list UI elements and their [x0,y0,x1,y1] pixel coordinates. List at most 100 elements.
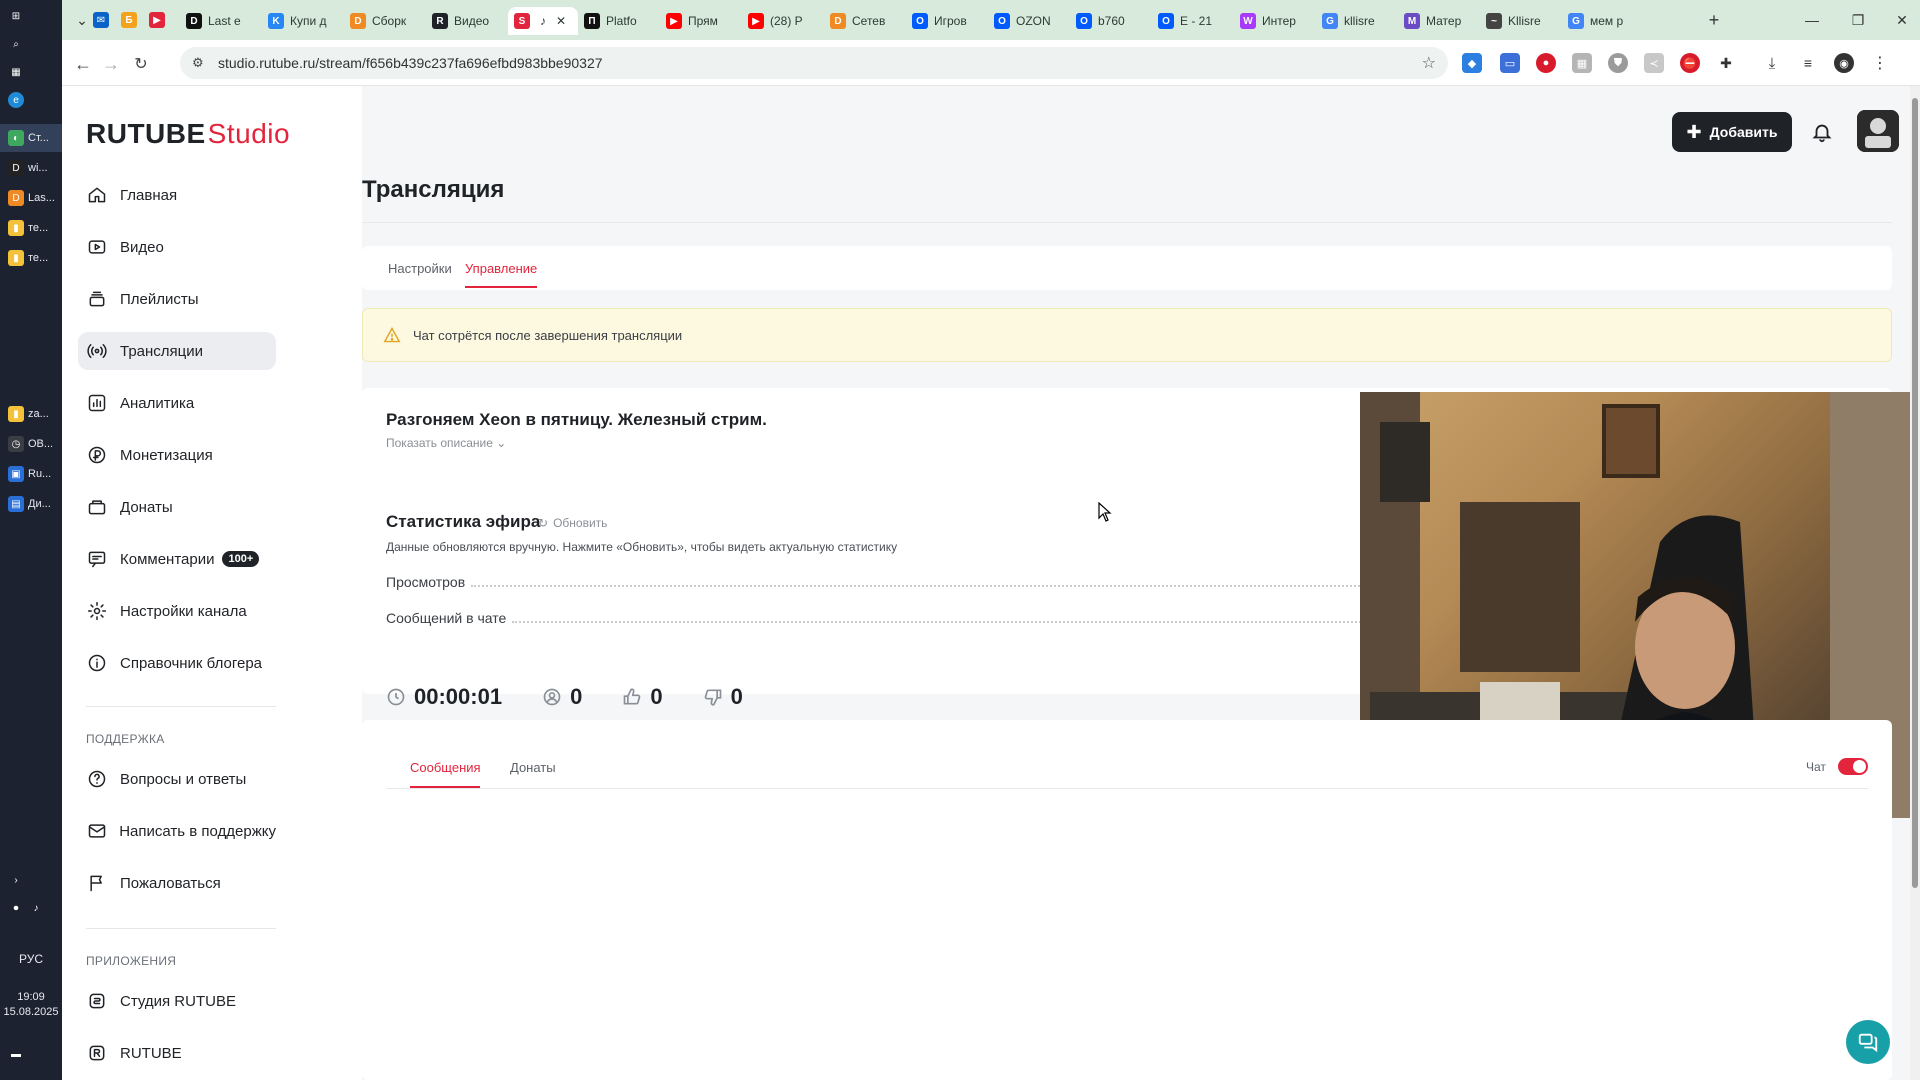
sidebar-item-comments[interactable]: Комментарии 100+ [78,540,276,578]
browser-tab[interactable]: O Игров [906,7,988,35]
restore-button[interactable]: ❐ [1846,8,1870,32]
sidebar-item-home[interactable]: Главная [78,176,276,214]
tab-search-button[interactable]: ⌄ [70,8,94,32]
browser-tab[interactable]: M Матер [1398,7,1480,35]
browser-tab[interactable]: ▶ Прям [660,7,742,35]
sidebar-item-broadcasts[interactable]: Трансляции [78,332,276,370]
browser-tab[interactable]: П Platfo [578,7,660,35]
task-view-button[interactable]: ▦ [0,58,62,86]
sidebar-item-playlists[interactable]: Плейлисты [78,280,276,318]
notifications-button[interactable]: ▬ [0,1040,62,1068]
reload-button[interactable]: ↻ [128,51,154,77]
taskbar-app-icon: D [8,160,24,176]
tab-donations[interactable]: Донаты [510,760,556,775]
minimize-button[interactable]: — [1800,8,1824,32]
back-button[interactable]: ← [70,51,96,77]
taskbar-app-4[interactable]: ▮ те... [0,244,62,272]
pinned-tab-outlook[interactable]: ✉ [92,8,116,32]
browser-tab[interactable]: R Видео [426,7,508,35]
taskbar-app-5[interactable]: ▮ za... [0,400,62,428]
start-button[interactable]: ⊞ [0,2,62,30]
browser-tab[interactable]: Ob760 [1070,7,1152,35]
sidebar-item-contact-support[interactable]: Написать в поддержку [78,812,276,850]
notifications-bell[interactable] [1808,118,1836,146]
close-window-button[interactable]: ✕ [1890,8,1914,32]
browser-tab[interactable]: D Сборк [344,7,426,35]
sidebar-item-monetization[interactable]: Монетизация [78,436,276,474]
extension-4[interactable]: ▦ [1572,53,1592,73]
extension-3[interactable]: ● [1536,53,1556,73]
rutube-studio-logo[interactable]: RUTUBEStudio [86,118,290,150]
speaker-icon[interactable]: ♪ [540,14,546,28]
sidebar-item-channel-settings[interactable]: Настройки канала [78,592,276,630]
downloads-button[interactable]: ⤓ [1762,53,1782,73]
show-description-toggle[interactable]: Показать описание ⌄ [386,436,506,450]
profile-button[interactable]: ◉ [1834,53,1854,73]
browser-tab[interactable]: ~ Kllisre [1480,7,1562,35]
clock-date: 15.08.2025 [3,1006,59,1018]
browser-tab[interactable]: Gмем р [1562,7,1644,35]
new-tab-button[interactable]: + [1702,8,1726,32]
tab-title: Игров [934,14,967,28]
extension-1[interactable]: ◆ [1462,53,1482,73]
browser-tab[interactable]: Gkllisre [1316,7,1398,35]
extensions-menu-button[interactable]: ✚ [1716,53,1736,73]
forward-button[interactable]: → [98,51,124,77]
browser-tab[interactable]: ▶ (28) P [742,7,824,35]
avatar[interactable] [1857,110,1899,152]
taskbar-app-2[interactable]: D Las... [0,184,62,212]
browser-tab-active[interactable]: S ♪ ✕ [508,7,578,35]
extension-5[interactable]: ⛊ [1608,53,1628,73]
browser-tab[interactable]: O E - 21 [1152,7,1234,35]
tab-settings[interactable]: Настройки [388,246,452,290]
pinned-tab-media[interactable]: ▶ [148,8,172,32]
taskbar-app-7[interactable]: ▣ Ru... [0,460,62,488]
sidebar-item-blogger-guide[interactable]: Справочник блогера [78,644,276,682]
sidebar-item-donations[interactable]: Донаты [78,488,276,526]
extension-7[interactable]: ⛔ [1680,53,1700,73]
taskbar-tray[interactable]: ⏺ ♪ [0,894,62,922]
taskbar-expand-button[interactable]: › [0,866,62,894]
pinned-tab-bookmark[interactable]: Б [120,8,144,32]
media-controls-button[interactable]: ≡ [1798,53,1818,73]
browser-tab[interactable]: K Купи д [262,7,344,35]
browser-tab[interactable]: O OZON [988,7,1070,35]
input-language[interactable]: РУС [0,952,62,966]
browser-tab[interactable]: W Интер [1234,7,1316,35]
sidebar-item-rutube[interactable]: RUTUBE [78,1034,276,1072]
chat-toggle[interactable] [1838,758,1868,775]
taskbar-app-8[interactable]: ▤ Ди... [0,490,62,518]
site-info-icon[interactable]: ⚙ [192,55,204,71]
support-section-title: ПОДДЕРЖКА [86,732,165,746]
taskbar-app-label: za... [28,408,49,420]
taskbar-app-0[interactable]: ◐ Ст... [0,124,62,152]
extension-2[interactable]: ▭ [1500,53,1520,73]
tab-title: kllisre [1344,14,1375,28]
tab-messages[interactable]: Сообщения [410,760,481,775]
taskbar-app-3[interactable]: ▮ те... [0,214,62,242]
browser-menu-button[interactable]: ⋮ [1870,53,1890,73]
address-bar[interactable]: ⚙ studio.rutube.ru/stream/f656b439c237fa… [180,47,1448,79]
sidebar-item-analytics[interactable]: Аналитика [78,384,276,422]
taskbar-app-1[interactable]: Dwi... [0,154,62,182]
taskbar-search-button[interactable]: ⌕ [0,30,62,58]
browser-tab[interactable]: D Last e [180,7,262,35]
taskbar-app-6[interactable]: ◷ ОВ... [0,430,62,458]
sidebar-item-video[interactable]: Видео [78,228,276,266]
sidebar-item-studio-rutube[interactable]: Студия RUTUBE [78,982,276,1020]
scrollbar-thumb[interactable] [1912,98,1918,888]
star-icon[interactable]: ☆ [1422,53,1436,73]
help-chat-button[interactable] [1846,1020,1890,1064]
extension-6[interactable]: ≺ [1644,53,1664,73]
tab-management[interactable]: Управление [465,246,537,290]
taskbar-edge-button[interactable]: e [0,86,62,114]
browser-tab[interactable]: D Сетев [824,7,906,35]
download-icon: ⤓ [1768,54,1776,72]
sidebar-item-faq[interactable]: Вопросы и ответы [78,760,276,798]
sidebar-item-report[interactable]: Пожаловаться [78,864,276,902]
refresh-stats-button[interactable]: ↻ Обновить [538,516,607,530]
taskbar-clock[interactable]: 19:09 15.08.2025 [0,990,62,1020]
close-icon[interactable]: ✕ [556,14,566,28]
tab-title: Platfo [606,14,637,28]
add-button[interactable]: ✚ Добавить [1672,112,1792,152]
